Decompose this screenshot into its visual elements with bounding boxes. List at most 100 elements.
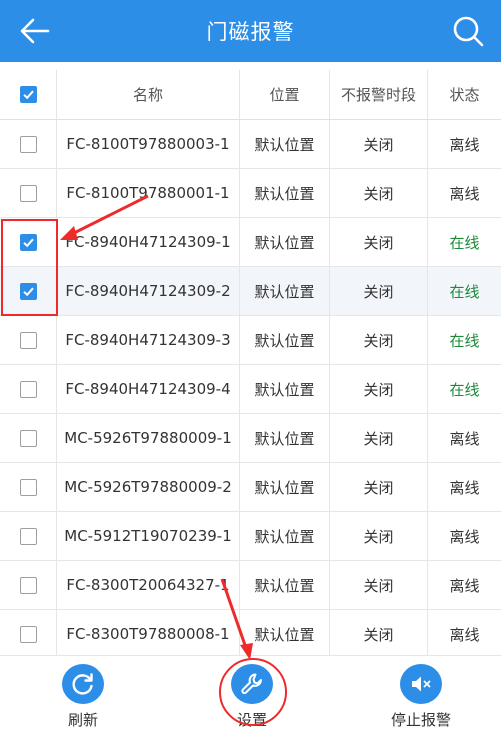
device-silent-period: 关闭 bbox=[330, 169, 428, 217]
device-silent-period: 关闭 bbox=[330, 414, 428, 462]
device-name: FC-8940H47124309-2 bbox=[57, 267, 240, 315]
row-checkbox[interactable] bbox=[19, 380, 37, 398]
table-row[interactable]: FC-8300T20064327-1 默认位置 关闭 离线 bbox=[0, 561, 501, 610]
table-header: 名称 位置 不报警时段 状态 bbox=[0, 70, 501, 120]
table-row[interactable]: FC-8100T97880003-1 默认位置 关闭 离线 bbox=[0, 120, 501, 169]
device-name: FC-8300T97880008-1 bbox=[57, 610, 240, 658]
device-location: 默认位置 bbox=[240, 316, 330, 364]
device-name: FC-8940H47124309-1 bbox=[57, 218, 240, 266]
device-name: FC-8100T97880001-1 bbox=[57, 169, 240, 217]
device-status: 在线 bbox=[449, 282, 480, 301]
search-icon[interactable] bbox=[451, 14, 485, 48]
device-status: 在线 bbox=[449, 331, 480, 350]
settings-label: 设置 bbox=[236, 711, 267, 729]
stop-alarm-label: 停止报警 bbox=[390, 711, 451, 729]
table-row[interactable]: MC-5912T19070239-1 默认位置 关闭 离线 bbox=[0, 512, 501, 561]
row-check-cell bbox=[0, 414, 57, 462]
table-row[interactable]: FC-8940H47124309-4 默认位置 关闭 在线 bbox=[0, 365, 501, 414]
device-name: FC-8940H47124309-3 bbox=[57, 316, 240, 364]
row-check-cell bbox=[0, 610, 57, 658]
row-checkbox[interactable] bbox=[19, 282, 37, 300]
table-row[interactable]: FC-8300T97880008-1 默认位置 关闭 离线 bbox=[0, 610, 501, 659]
device-status: 离线 bbox=[449, 135, 480, 154]
table-row[interactable]: FC-8100T97880001-1 默认位置 关闭 离线 bbox=[0, 169, 501, 218]
row-check-cell bbox=[0, 267, 57, 315]
device-name: MC-5912T19070239-1 bbox=[57, 512, 240, 560]
device-status: 离线 bbox=[449, 184, 480, 203]
table-row[interactable]: FC-8940H47124309-1 默认位置 关闭 在线 bbox=[0, 218, 501, 267]
device-location: 默认位置 bbox=[240, 169, 330, 217]
row-checkbox[interactable] bbox=[19, 233, 37, 251]
app-bar: 门磁报警 bbox=[0, 0, 501, 62]
device-status: 在线 bbox=[449, 233, 480, 252]
device-status: 离线 bbox=[449, 478, 480, 497]
device-name: FC-8940H47124309-4 bbox=[57, 365, 240, 413]
row-checkbox[interactable] bbox=[19, 576, 37, 594]
device-status: 离线 bbox=[449, 527, 480, 546]
row-check-cell bbox=[0, 316, 57, 364]
device-silent-period: 关闭 bbox=[330, 610, 428, 658]
device-silent-period: 关闭 bbox=[330, 316, 428, 364]
row-checkbox[interactable] bbox=[19, 331, 37, 349]
row-checkbox[interactable] bbox=[19, 184, 37, 202]
column-header-name[interactable]: 名称 bbox=[57, 70, 240, 119]
header-check-cell bbox=[0, 70, 57, 119]
device-silent-period: 关闭 bbox=[330, 463, 428, 511]
device-location: 默认位置 bbox=[240, 267, 330, 315]
check-icon bbox=[22, 90, 34, 100]
check-icon bbox=[22, 238, 34, 247]
device-table: 名称 位置 不报警时段 状态 FC-8100T97880003-1 默认位置 关闭离… bbox=[0, 70, 501, 659]
row-checkbox[interactable] bbox=[19, 625, 37, 643]
row-check-cell bbox=[0, 463, 57, 511]
row-checkbox[interactable] bbox=[19, 135, 37, 153]
row-checkbox[interactable] bbox=[19, 527, 37, 545]
table-row[interactable]: MC-5926T97880009-1 默认位置 关闭 离线 bbox=[0, 414, 501, 463]
row-check-cell bbox=[0, 512, 57, 560]
bottom-toolbar: 刷新 设置 停止报警 bbox=[0, 655, 501, 729]
table-body: FC-8100T97880003-1 默认位置 关闭 离线 FC-8100T978800… bbox=[0, 120, 501, 659]
refresh-icon bbox=[62, 664, 104, 704]
page-title: 门磁报警 bbox=[206, 20, 295, 44]
device-name: MC-5926T97880009-1 bbox=[57, 414, 240, 462]
settings-button[interactable]: 设置 bbox=[224, 656, 280, 729]
stop-alarm-button[interactable]: 停止报警 bbox=[380, 656, 462, 729]
row-check-cell bbox=[0, 561, 57, 609]
device-name: MC-5926T97880009-2 bbox=[57, 463, 240, 511]
row-check-cell bbox=[0, 120, 57, 168]
device-status: 离线 bbox=[449, 625, 480, 644]
device-silent-period: 关闭 bbox=[330, 120, 428, 168]
device-silent-period: 关闭 bbox=[330, 365, 428, 413]
device-silent-period: 关闭 bbox=[330, 512, 428, 560]
table-row[interactable]: FC-8940H47124309-2 默认位置 关闭 在线 bbox=[0, 267, 501, 316]
device-name: FC-8100T97880003-1 bbox=[57, 120, 240, 168]
row-checkbox[interactable] bbox=[19, 478, 37, 496]
device-status: 离线 bbox=[449, 576, 480, 595]
device-silent-period: 关闭 bbox=[330, 561, 428, 609]
column-header-silent-period[interactable]: 不报警时段 bbox=[330, 70, 428, 119]
refresh-button[interactable]: 刷新 bbox=[56, 656, 110, 729]
refresh-label: 刷新 bbox=[67, 711, 98, 729]
select-all-checkbox[interactable] bbox=[19, 86, 37, 103]
device-silent-period: 关闭 bbox=[330, 267, 428, 315]
device-status: 离线 bbox=[449, 429, 480, 448]
row-check-cell bbox=[0, 169, 57, 217]
column-header-status[interactable]: 状态 bbox=[428, 70, 501, 119]
device-location: 默认位置 bbox=[240, 218, 330, 266]
device-location: 默认位置 bbox=[240, 561, 330, 609]
device-location: 默认位置 bbox=[240, 365, 330, 413]
table-row[interactable]: FC-8940H47124309-3 默认位置 关闭 在线 bbox=[0, 316, 501, 365]
column-header-location[interactable]: 位置 bbox=[240, 70, 330, 119]
device-name: FC-8300T20064327-1 bbox=[57, 561, 240, 609]
wrench-icon bbox=[231, 664, 273, 704]
check-icon bbox=[22, 287, 34, 296]
row-check-cell bbox=[0, 365, 57, 413]
device-status: 在线 bbox=[449, 380, 480, 399]
back-arrow-icon[interactable] bbox=[18, 15, 52, 47]
row-checkbox[interactable] bbox=[19, 429, 37, 447]
device-location: 默认位置 bbox=[240, 120, 330, 168]
device-silent-period: 关闭 bbox=[330, 218, 428, 266]
table-row[interactable]: MC-5926T97880009-2 默认位置 关闭 离线 bbox=[0, 463, 501, 512]
device-location: 默认位置 bbox=[240, 463, 330, 511]
row-check-cell bbox=[0, 218, 57, 266]
device-location: 默认位置 bbox=[240, 414, 330, 462]
